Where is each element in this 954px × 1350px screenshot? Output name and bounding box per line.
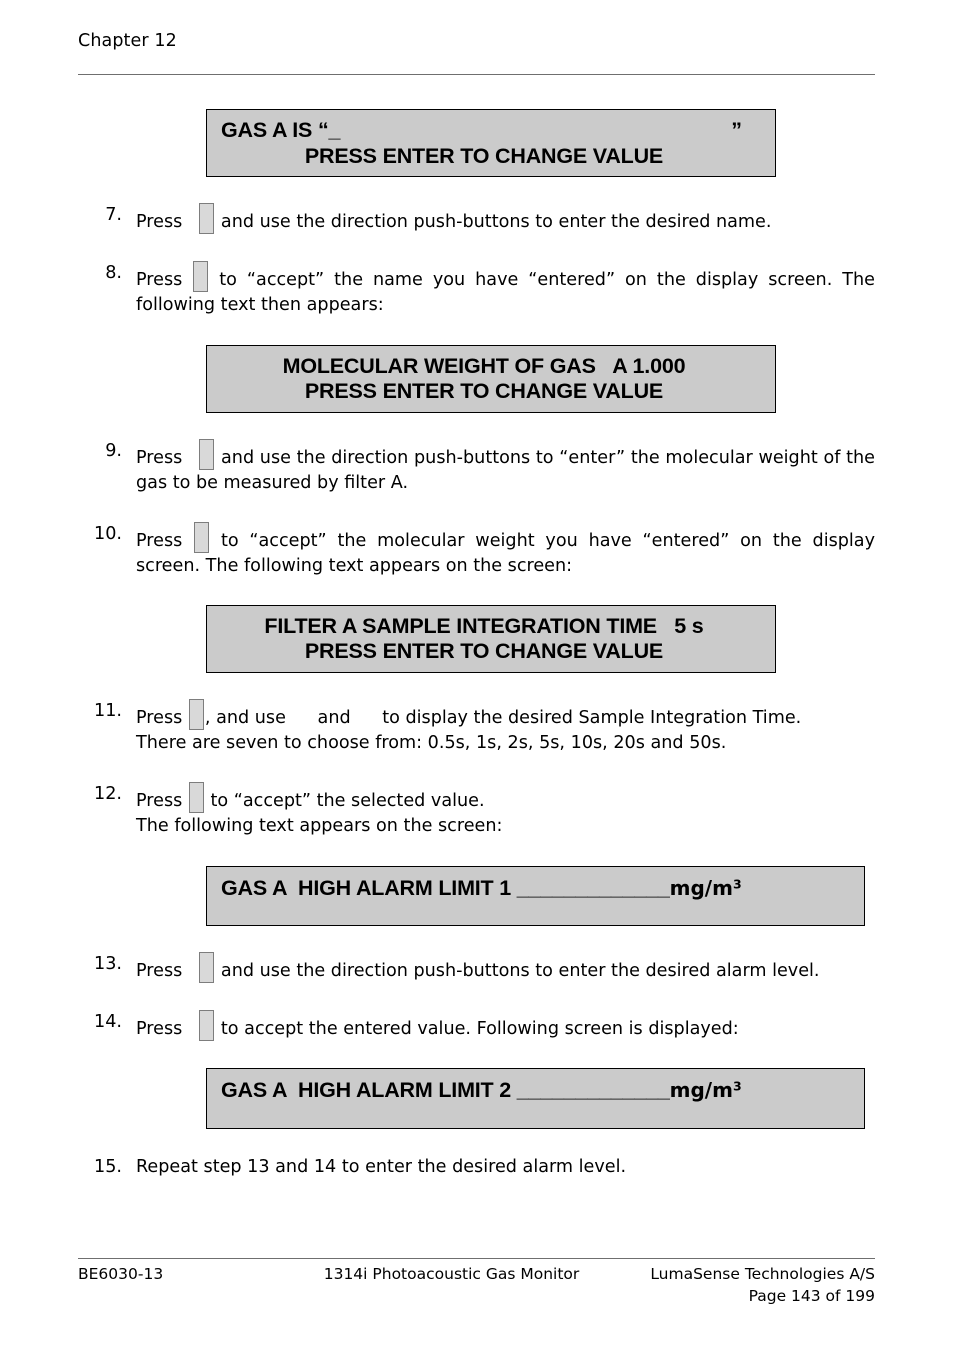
footer-divider bbox=[78, 1258, 875, 1259]
step-text-body: to display the desired Sample Integratio… bbox=[382, 707, 802, 728]
list-item-step-10: 10. Press to “accept” the molecular weig… bbox=[78, 521, 876, 580]
step-text-prefix: Press bbox=[136, 790, 183, 811]
page-header: Chapter 12 bbox=[78, 30, 874, 52]
footer-doc-number: BE6030-13 bbox=[78, 1265, 164, 1283]
footer-company-block: LumaSense Technologies A/S Page 143 of 1… bbox=[625, 1263, 875, 1307]
step-number: 8. bbox=[105, 262, 122, 283]
step-text: Press , and use and to display the desir… bbox=[136, 698, 875, 732]
footer-product-name: 1314i Photoacoustic Gas Monitor bbox=[323, 1265, 580, 1283]
step-text-body: to “accept” the molecular weight you hav… bbox=[136, 530, 876, 577]
unit-exponent: 3 bbox=[732, 1078, 742, 1094]
display-line-1: MOLECULAR WEIGHT OF GAS A 1.000 bbox=[282, 353, 686, 378]
step-text-extra: There are seven to choose from: 0.5s, 1s… bbox=[136, 733, 727, 753]
unit-text: mg/m bbox=[669, 1078, 733, 1102]
list-item-step-9: 9. Press and use the direction push-butt… bbox=[78, 438, 876, 497]
document-page: Chapter 12 GAS A IS “_ ” PRESS ENTER TO … bbox=[0, 0, 954, 1350]
enter-key-icon bbox=[199, 1009, 215, 1041]
step-text: Press and use the direction push-buttons… bbox=[136, 952, 875, 985]
list-item-step-15: 15. Repeat step 13 and 14 to enter the d… bbox=[78, 1155, 875, 1181]
step-number: 14. bbox=[94, 1011, 122, 1032]
display-box-alarm-limit-1: GAS A HIGH ALARM LIMIT 1 _____________mg… bbox=[206, 865, 865, 926]
step-text-body: and use the direction push-buttons to en… bbox=[220, 212, 772, 232]
enter-key-icon bbox=[188, 781, 204, 813]
step-text: Press to “accept” the selected value. bbox=[136, 781, 875, 815]
step-text-body: to “accept” the name you have “entered” … bbox=[136, 269, 876, 316]
page-content: GAS A IS “_ ” PRESS ENTER TO CHANGE VALU… bbox=[78, 100, 875, 1180]
enter-key-icon bbox=[199, 438, 215, 470]
list-item-step-11: 11. Press , and use and to display the d… bbox=[78, 698, 875, 757]
step-text-prefix: Press bbox=[136, 1018, 183, 1039]
enter-key-icon bbox=[193, 260, 209, 292]
enter-key-icon bbox=[188, 698, 204, 730]
header-divider bbox=[78, 74, 875, 75]
list-item-step-14: 14. Press to accept the entered value. F… bbox=[78, 1009, 875, 1043]
display-box-gas-name: GAS A IS “_ ” PRESS ENTER TO CHANGE VALU… bbox=[206, 109, 776, 177]
step-text: Press to accept the entered value. Follo… bbox=[136, 1009, 875, 1043]
display-closing-quote: ” bbox=[731, 118, 742, 142]
list-item-step-7: 7. Press and use the direction push-butt… bbox=[78, 203, 875, 236]
step-number: 13. bbox=[94, 954, 122, 974]
step-text: Press to “accept” the name you have “ent… bbox=[136, 260, 876, 319]
step-text-body: and use the direction push-buttons to “e… bbox=[136, 447, 876, 494]
down-arrow-key-icon bbox=[351, 711, 377, 725]
step-text-mid-2: and bbox=[317, 707, 351, 728]
display-line-1: FILTER A SAMPLE INTEGRATION TIME 5 s bbox=[264, 613, 704, 638]
display-box-alarm-limit-2: GAS A HIGH ALARM LIMIT 2 _____________mg… bbox=[206, 1068, 865, 1129]
step-number: 10. bbox=[94, 523, 122, 544]
display-line-1: GAS A HIGH ALARM LIMIT 2 _____________mg… bbox=[221, 1078, 852, 1104]
step-text-prefix: Press bbox=[136, 212, 183, 232]
step-text: Press and use the direction push-buttons… bbox=[136, 438, 876, 497]
display-line-1: GAS A HIGH ALARM LIMIT 1 _____________mg… bbox=[221, 876, 852, 902]
footer-company: LumaSense Technologies A/S bbox=[650, 1265, 875, 1283]
list-item-step-12: 12. Press to “accept” the selected value… bbox=[78, 781, 875, 840]
step-text-extra: The following text appears on the screen… bbox=[136, 816, 503, 836]
step-text-mid-1: , and use bbox=[204, 707, 286, 728]
display-alarm-unit: mg/m3 bbox=[670, 876, 742, 900]
display-line-1: GAS A IS “_ bbox=[221, 118, 341, 142]
enter-key-icon bbox=[199, 952, 215, 983]
display-line-2: PRESS ENTER TO CHANGE VALUE bbox=[304, 143, 664, 168]
display-alarm-text: GAS A HIGH ALARM LIMIT 2 _____________ bbox=[221, 1078, 670, 1102]
step-text-prefix: Press bbox=[136, 530, 183, 551]
enter-key-icon bbox=[199, 203, 215, 234]
unit-text: mg/m bbox=[669, 875, 733, 900]
display-alarm-unit: mg/m3 bbox=[670, 1078, 742, 1102]
step-number: 15. bbox=[94, 1156, 122, 1177]
step-text: Press to “accept” the molecular weight y… bbox=[136, 521, 876, 580]
step-number: 12. bbox=[94, 783, 122, 804]
step-number: 9. bbox=[105, 440, 122, 461]
step-text-body: to accept the entered value. Following s… bbox=[220, 1018, 739, 1039]
step-text-body: to “accept” the selected value. bbox=[210, 790, 485, 811]
display-alarm-text: GAS A HIGH ALARM LIMIT 1 _____________ bbox=[221, 875, 670, 900]
step-text: Press and use the direction push-buttons… bbox=[136, 203, 875, 236]
up-arrow-key-icon bbox=[286, 711, 312, 725]
display-box-integration-time: FILTER A SAMPLE INTEGRATION TIME 5 s PRE… bbox=[206, 604, 776, 673]
enter-key-icon bbox=[194, 521, 210, 553]
step-text-prefix: Press bbox=[136, 961, 183, 981]
step-text-prefix: Press bbox=[136, 707, 183, 728]
list-item-step-13: 13. Press and use the direction push-but… bbox=[78, 952, 875, 985]
step-text-prefix: Press bbox=[136, 447, 183, 468]
chapter-label: Chapter 12 bbox=[78, 31, 177, 51]
step-text: Repeat step 13 and 14 to enter the desir… bbox=[136, 1156, 627, 1177]
step-text-prefix: Press bbox=[136, 269, 183, 290]
list-item-step-8: 8. Press to “accept” the name you have “… bbox=[78, 260, 876, 319]
display-box-molecular-weight: MOLECULAR WEIGHT OF GAS A 1.000 PRESS EN… bbox=[206, 344, 776, 413]
step-text-body: and use the direction push-buttons to en… bbox=[220, 961, 820, 981]
page-footer: BE6030-13 1314i Photoacoustic Gas Monito… bbox=[78, 1263, 875, 1307]
unit-exponent: 3 bbox=[732, 876, 742, 891]
display-line-2: PRESS ENTER TO CHANGE VALUE bbox=[304, 379, 664, 403]
step-number: 7. bbox=[105, 205, 122, 225]
display-line-2: PRESS ENTER TO CHANGE VALUE bbox=[304, 639, 664, 663]
footer-page-number: Page 143 of 199 bbox=[748, 1287, 875, 1305]
step-number: 11. bbox=[94, 700, 122, 721]
